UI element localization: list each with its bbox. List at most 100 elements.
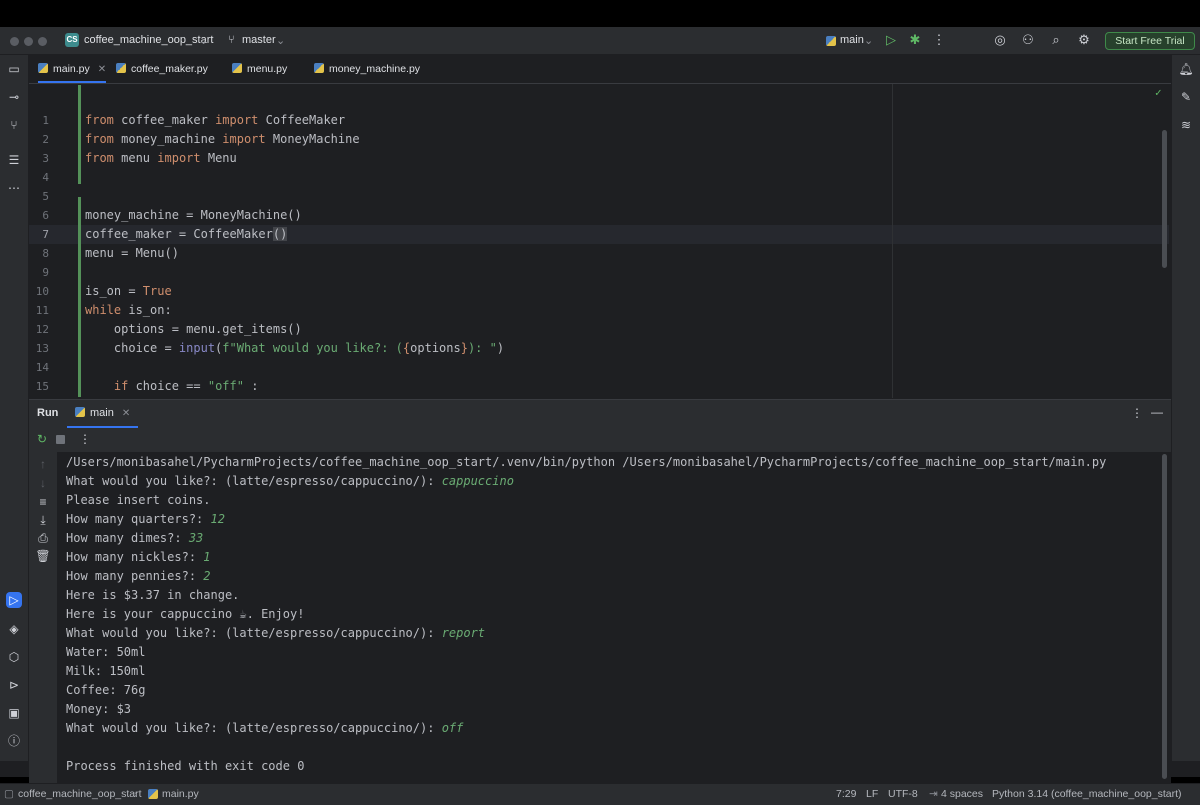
maximize-window-icon[interactable] [38, 37, 47, 46]
chevron-right-icon: › [134, 788, 138, 800]
line-separator[interactable]: LF [866, 788, 878, 800]
code-line: from menu import Menu [85, 151, 237, 165]
search-icon[interactable]: ⌕ [1048, 32, 1064, 48]
console-line: What would you like?: (latte/espresso/ca… [66, 626, 486, 640]
close-window-icon[interactable] [10, 37, 19, 46]
breadcrumb-file[interactable]: main.py [162, 788, 199, 800]
database-icon[interactable]: ≋ [1178, 117, 1194, 133]
add-user-icon[interactable]: ⚇ [1020, 32, 1036, 48]
code-line: choice = input(f"What would you like?: (… [85, 341, 505, 355]
run-icon[interactable]: ▷ [883, 32, 899, 48]
tab-main-py[interactable]: main.py ✕ [38, 55, 107, 83]
pull-requests-icon[interactable]: ⑂ [6, 117, 22, 133]
trash-icon[interactable]: 🗑︎ [35, 548, 51, 564]
more-tools-icon[interactable]: ⋯ [6, 180, 22, 196]
arrow-down-icon[interactable]: ↓ [35, 475, 51, 491]
close-icon[interactable]: ✕ [122, 408, 130, 419]
breadcrumb-project[interactable]: coffee_machine_oop_start [18, 788, 142, 800]
code-editor[interactable]: 1 2 3 4 5 6 7 8 9 10 11 12 13 14 15 from… [29, 84, 1171, 398]
code-line: is_on = True [85, 284, 172, 298]
ai-chat-icon[interactable]: ✎ [1178, 89, 1194, 105]
run-config-selector[interactable]: main [840, 34, 864, 46]
structure-icon[interactable]: ☰ [6, 152, 22, 168]
project-badge: CS [65, 33, 79, 47]
ai-assistant-icon[interactable]: ◎ [992, 32, 1008, 48]
console-line: Here is your cappuccino ☕. Enjoy! [66, 607, 305, 621]
code-line: from money_machine import MoneyMachine [85, 132, 360, 146]
console-output[interactable]: /Users/monibasahel/PycharmProjects/coffe… [57, 452, 1171, 783]
print-icon[interactable]: ⎙ [35, 530, 51, 546]
editor-tabs: main.py ✕ coffee_maker.py menu.py money_m… [29, 55, 1171, 84]
console-scrollbar[interactable] [1162, 454, 1167, 779]
indent-icon: ⇥ [929, 788, 938, 800]
tab-label: main.py [53, 63, 90, 75]
python-file-icon [38, 63, 48, 73]
file-encoding[interactable]: UTF-8 [888, 788, 918, 800]
console-line: Process finished with exit code 0 [66, 759, 305, 773]
line-number: 9 [42, 266, 49, 279]
code-line: if choice == "off" : [113, 379, 259, 393]
soft-wrap-icon[interactable]: ≡ [35, 494, 51, 510]
branch-icon: ⑂ [228, 34, 235, 46]
line-number: 3 [42, 152, 49, 165]
code-line: money_machine = MoneyMachine() [85, 208, 302, 222]
run-panel-title: Run [37, 407, 59, 419]
commit-icon[interactable]: ⊸ [6, 89, 22, 105]
stop-icon[interactable] [56, 435, 65, 444]
console-line: Coffee: 76g [66, 683, 146, 697]
line-number: 12 [35, 323, 49, 336]
start-free-trial-button[interactable]: Start Free Trial [1105, 32, 1195, 50]
settings-icon[interactable]: ⚙ [1076, 32, 1092, 48]
caret-position[interactable]: 7:29 [836, 788, 856, 800]
run-tool-icon[interactable]: ▷ [6, 592, 22, 608]
more-options-icon[interactable]: ⋮ [1131, 406, 1143, 420]
code-line: menu = Menu() [85, 246, 179, 260]
more-actions-icon[interactable]: ⋮ [931, 32, 947, 48]
terminal-icon[interactable]: ▣ [6, 705, 22, 721]
rerun-icon[interactable]: ↻ [37, 432, 47, 446]
editor-scrollbar[interactable] [1162, 130, 1167, 268]
tab-label: menu.py [247, 63, 288, 75]
folder-icon[interactable]: ▭ [6, 61, 22, 77]
more-options-icon[interactable]: ⋮ [79, 432, 91, 446]
chevron-down-icon[interactable]: ⌄ [864, 34, 873, 47]
tab-coffee-maker-py[interactable]: coffee_maker.py [116, 55, 208, 83]
line-number: 1 [42, 114, 49, 127]
tab-money-machine-py[interactable]: money_machine.py [314, 55, 420, 83]
services-icon[interactable]: ⊳ [6, 677, 22, 693]
code-line: while is_on: [85, 303, 172, 317]
debug-icon[interactable]: ✱ [907, 32, 923, 48]
indent-setting[interactable]: 4 spaces [941, 788, 983, 800]
close-icon[interactable]: ✕ [98, 64, 106, 75]
python-console-icon[interactable]: ⬡ [6, 649, 22, 665]
console-line: How many quarters?: 12 [66, 512, 225, 526]
notifications-icon[interactable]: 🔔︎ [1178, 61, 1194, 77]
problems-icon[interactable]: ⓘ [6, 733, 22, 749]
line-number: 6 [42, 209, 49, 222]
scroll-to-end-icon[interactable]: ⤓ [35, 512, 51, 528]
chevron-down-icon[interactable]: ⌄ [199, 34, 208, 47]
python-icon [826, 36, 836, 46]
python-interpreter[interactable]: Python 3.14 (coffee_machine_oop_start) [992, 788, 1182, 800]
console-command-line: /Users/monibasahel/PycharmProjects/coffe… [66, 455, 1107, 469]
line-number: 8 [42, 247, 49, 260]
minimize-window-icon[interactable] [24, 37, 33, 46]
chevron-down-icon[interactable]: ⌄ [276, 34, 285, 47]
line-number: 2 [42, 133, 49, 146]
python-packages-icon[interactable]: ◈ [6, 621, 22, 637]
tab-label: coffee_maker.py [131, 63, 208, 75]
line-number: 7 [42, 228, 49, 241]
console-side-toolbar: ↑ ↓ ≡ ⤓ ⎙ 🗑︎ [29, 452, 57, 783]
project-selector[interactable]: coffee_machine_oop_start [84, 34, 213, 46]
run-tab-main[interactable]: main ✕ [67, 400, 139, 428]
left-tool-stripe: ▭ ⊸ ⑂ ☰ ⋯ ▷ ◈ ⬡ ⊳ ▣ ⓘ [0, 55, 29, 761]
run-toolbar: ↻ ⋮ [29, 428, 1171, 453]
tab-menu-py[interactable]: menu.py [232, 55, 287, 83]
no-problems-check-icon[interactable]: ✓ [1155, 86, 1162, 99]
branch-selector[interactable]: master [242, 34, 276, 46]
arrow-up-icon[interactable]: ↑ [35, 456, 51, 472]
console-line: What would you like?: (latte/espresso/ca… [66, 474, 514, 488]
right-margin-guide [892, 84, 893, 398]
minimize-panel-icon[interactable]: — [1151, 405, 1163, 419]
vcs-change-marker [78, 197, 81, 397]
